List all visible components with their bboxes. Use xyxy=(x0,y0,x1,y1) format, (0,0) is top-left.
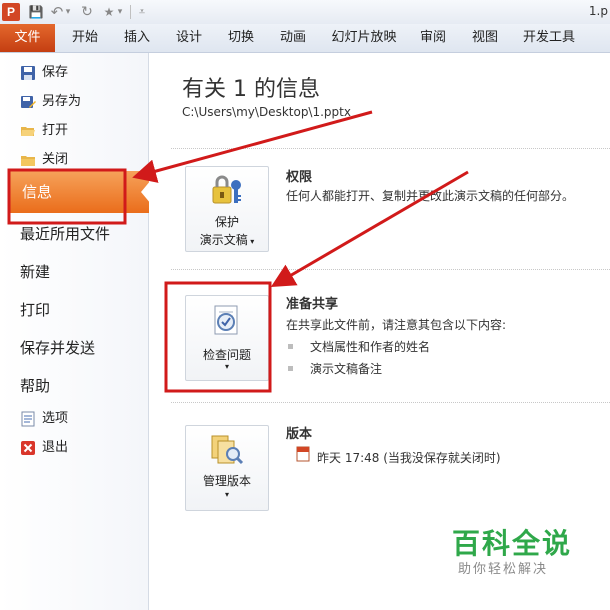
protect-button-label-line1: 保护 xyxy=(214,215,239,229)
list-item: 演示文稿备注 xyxy=(310,362,383,376)
star-icon[interactable]: ★ xyxy=(102,3,116,21)
tab-design[interactable]: 设计 xyxy=(166,24,212,52)
backstage-options[interactable]: 选项 xyxy=(0,406,148,432)
protect-button-label-line2: 演示文稿 ▾ xyxy=(199,233,255,247)
page-title: 有关 1 的信息 xyxy=(182,77,320,102)
undo-icon[interactable]: ↶ xyxy=(50,3,64,21)
backstage-open[interactable]: 打开 xyxy=(0,118,148,144)
manage-versions-icon xyxy=(211,435,244,465)
check-for-issues-label: 检查问题 xyxy=(202,348,251,362)
star-dropdown-icon[interactable]: ▾ xyxy=(116,3,124,21)
undo-dropdown-icon[interactable]: ▾ xyxy=(64,3,72,21)
bullet-icon xyxy=(288,366,293,371)
backstage-save-as[interactable]: 另存为 xyxy=(0,89,148,115)
backstage-open-label: 打开 xyxy=(42,123,69,138)
file-path: C:\Users\my\Desktop\1.pptx xyxy=(182,105,351,119)
backstage-options-label: 选项 xyxy=(42,411,69,426)
version-entry-autosave[interactable]: 昨天 17:48 (当我没保存就关闭时) xyxy=(317,449,501,466)
ribbon-tab-bar: 文件 开始 插入 设计 切换 动画 幻灯片放映 审阅 视图 开发工具 xyxy=(0,24,610,53)
prepare-sharing-description: 在共享此文件前，请注意其包含以下内容: xyxy=(286,318,507,332)
customize-qat-icon[interactable]: ⩡ xyxy=(136,3,148,21)
tab-slide-show[interactable]: 幻灯片放映 xyxy=(326,24,402,52)
backstage-help[interactable]: 帮助 xyxy=(20,375,50,396)
list-item: 文档属性和作者的姓名 xyxy=(310,340,431,354)
tab-view[interactable]: 视图 xyxy=(462,24,508,52)
save-as-icon xyxy=(21,96,36,108)
backstage-info-label: 信息 xyxy=(22,183,53,201)
prepare-sharing-title: 准备共享 xyxy=(286,297,339,312)
qat-separator xyxy=(130,5,131,19)
tab-insert[interactable]: 插入 xyxy=(115,24,159,52)
inspect-document-icon xyxy=(214,305,238,335)
backstage-save-label: 保存 xyxy=(42,65,69,80)
backstage-exit-label: 退出 xyxy=(42,440,69,455)
powerpoint-app-icon[interactable]: P xyxy=(2,3,20,21)
backstage-close[interactable]: 关闭 xyxy=(0,147,148,173)
permissions-description: 任何人都能打开、复制并更改此演示文稿的任何部分。 xyxy=(286,189,575,203)
protect-presentation-button[interactable]: 保护 演示文稿 ▾ xyxy=(185,166,269,252)
backstage-exit[interactable]: 退出 xyxy=(0,435,148,461)
check-for-issues-button[interactable]: 检查问题 ▾ xyxy=(185,295,269,381)
tab-review[interactable]: 审阅 xyxy=(410,24,456,52)
watermark-logo-text: 百科全说 xyxy=(452,527,573,560)
open-folder-icon xyxy=(21,127,35,136)
backstage-save-as-label: 另存为 xyxy=(42,94,82,109)
tab-animations[interactable]: 动画 xyxy=(270,24,316,52)
save-icon xyxy=(21,66,35,80)
backstage-recent[interactable]: 最近所用文件 xyxy=(20,223,110,244)
window-title: 1.p xyxy=(588,4,608,18)
dropdown-arrow-icon: ▾ xyxy=(224,490,229,499)
backstage-nav: 保存 另存为 打开 关闭 信息 最近所用文件 新建 打印 保存并发送 帮助 选项… xyxy=(0,53,151,610)
exit-icon xyxy=(21,441,35,455)
save-icon[interactable]: 💾 xyxy=(28,3,44,21)
backstage-print[interactable]: 打印 xyxy=(20,299,50,320)
close-folder-icon xyxy=(21,156,35,166)
divider xyxy=(171,148,610,149)
lock-key-icon xyxy=(212,175,241,204)
backstage-close-label: 关闭 xyxy=(42,152,69,167)
backstage-save-send[interactable]: 保存并发送 xyxy=(20,337,95,358)
versions-title: 版本 xyxy=(286,427,313,442)
backstage-info-selected[interactable]: 信息 xyxy=(10,171,151,213)
divider xyxy=(171,402,610,403)
tab-developer[interactable]: 开发工具 xyxy=(516,24,582,52)
tab-home[interactable]: 开始 xyxy=(62,24,108,52)
tab-file[interactable]: 文件 xyxy=(0,24,55,52)
manage-versions-button[interactable]: 管理版本 ▾ xyxy=(185,425,269,511)
backstage-new[interactable]: 新建 xyxy=(20,261,50,282)
powerpoint-file-icon xyxy=(296,446,310,462)
title-bar: P 💾 ↶ ▾ ↻ ★ ▾ ⩡ 1.p xyxy=(0,0,610,25)
dropdown-arrow-icon: ▾ xyxy=(247,237,255,246)
manage-versions-label: 管理版本 xyxy=(202,474,251,488)
options-icon xyxy=(21,411,35,427)
tab-transitions[interactable]: 切换 xyxy=(218,24,264,52)
dropdown-arrow-icon: ▾ xyxy=(224,362,229,371)
redo-icon[interactable]: ↻ xyxy=(80,3,94,21)
backstage-save[interactable]: 保存 xyxy=(0,60,148,86)
watermark-slogan: 助你轻松解决 xyxy=(458,562,549,577)
bullet-icon xyxy=(288,344,293,349)
permissions-title: 权限 xyxy=(286,170,313,185)
divider xyxy=(171,269,610,270)
